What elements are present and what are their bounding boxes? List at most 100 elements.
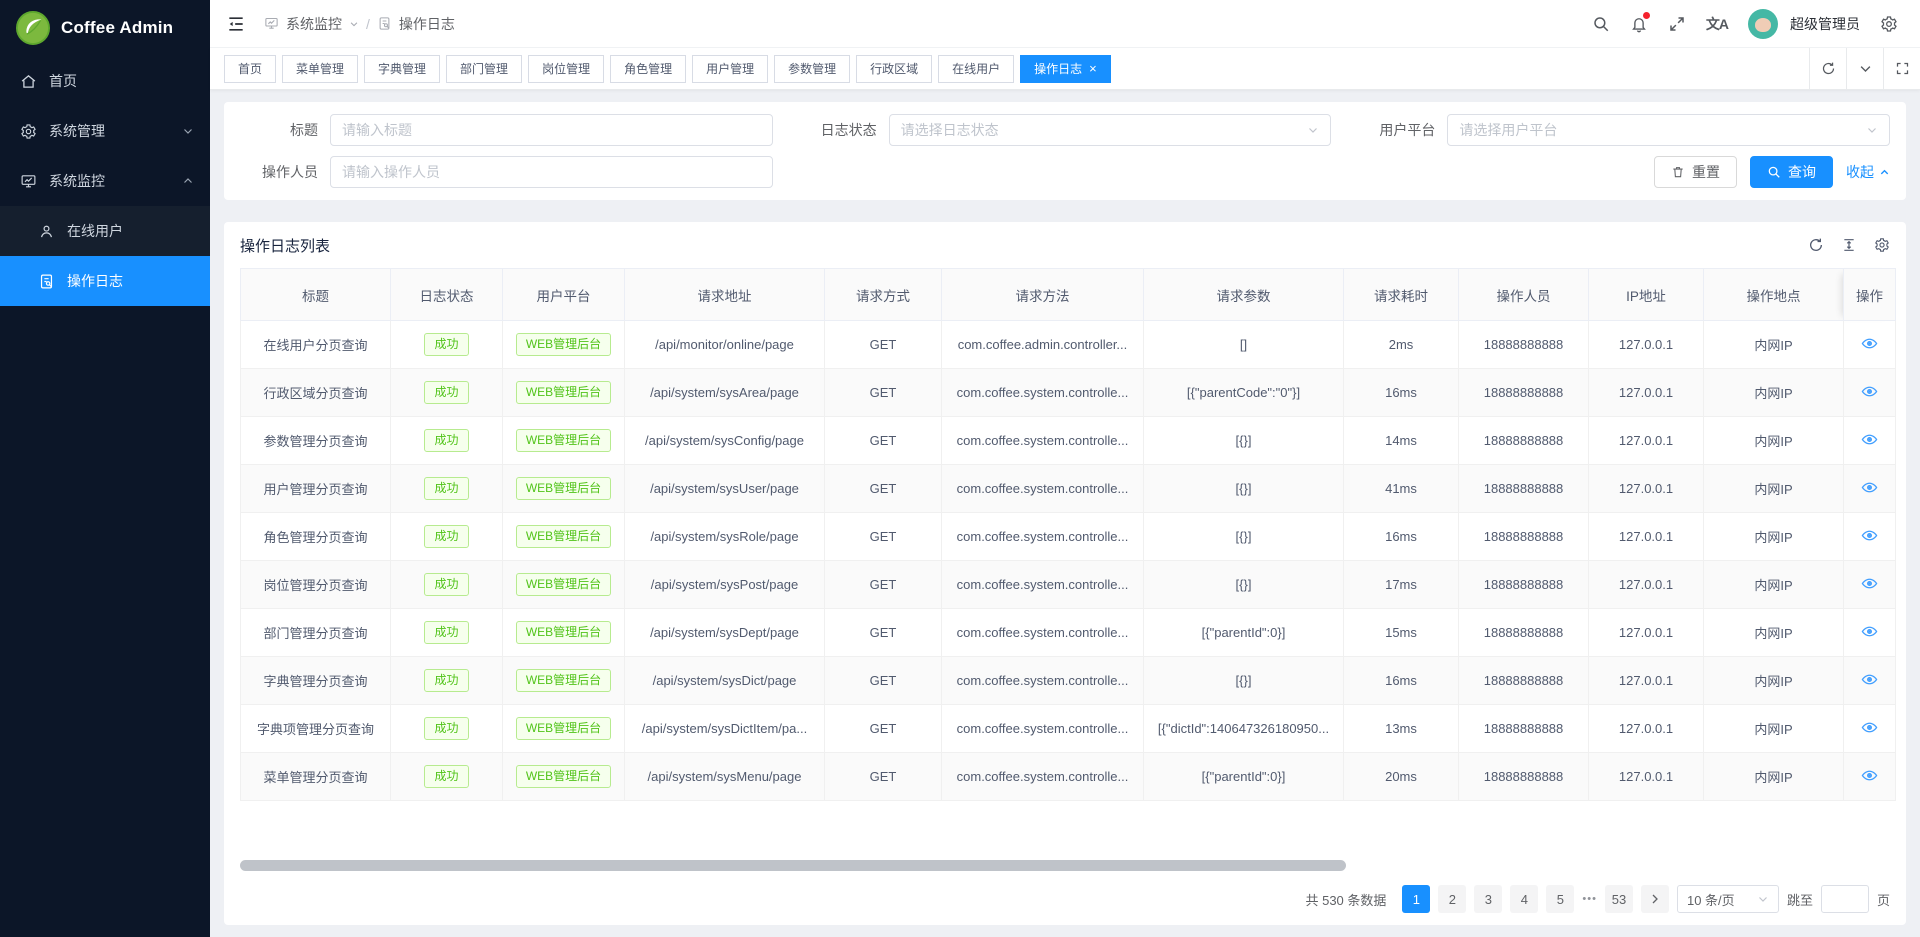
reset-button[interactable]: 重置 xyxy=(1654,156,1737,188)
page-button-5[interactable]: 5 xyxy=(1546,885,1574,913)
page-ellipsis[interactable]: ••• xyxy=(1582,893,1597,905)
tab-操作日志[interactable]: 操作日志× xyxy=(1020,55,1111,83)
table-row: 角色管理分页查询成功WEB管理后台/api/system/sysRole/pag… xyxy=(241,513,1896,561)
cell-duration: 20ms xyxy=(1344,753,1459,801)
collapse-label: 收起 xyxy=(1846,162,1874,182)
sidebar-item-system-management[interactable]: 系统管理 xyxy=(0,106,210,156)
operator-input[interactable] xyxy=(330,156,773,188)
breadcrumb-item-monitor[interactable]: 系统监控 xyxy=(286,14,342,34)
jump-page-input[interactable] xyxy=(1821,885,1869,913)
title-input[interactable] xyxy=(330,114,773,146)
fullscreen-icon[interactable] xyxy=(1668,15,1686,33)
scrollbar-thumb[interactable] xyxy=(240,860,1346,871)
cell-url: /api/system/sysConfig/page xyxy=(625,417,825,465)
platform-tag: WEB管理后台 xyxy=(516,429,611,453)
view-detail-eye-button[interactable] xyxy=(1861,431,1878,448)
tab-options-button[interactable] xyxy=(1846,48,1883,89)
current-user-name[interactable]: 超级管理员 xyxy=(1790,14,1860,34)
cell-url: /api/system/sysPost/page xyxy=(625,561,825,609)
trash-icon xyxy=(1671,165,1685,179)
cell-title: 角色管理分页查询 xyxy=(241,513,391,561)
cell-params: [{"dictId":140647326180950... xyxy=(1144,705,1344,753)
tab-label: 字典管理 xyxy=(378,60,426,77)
app-logo[interactable]: Coffee Admin xyxy=(0,0,210,56)
refresh-tab-button[interactable] xyxy=(1809,48,1846,89)
avatar[interactable] xyxy=(1748,9,1778,39)
view-detail-eye-button[interactable] xyxy=(1861,479,1878,496)
column-header-操作: 操作 xyxy=(1844,269,1896,321)
cell-handler: com.coffee.system.controlle... xyxy=(942,417,1144,465)
tab-菜单管理[interactable]: 菜单管理 xyxy=(282,55,358,83)
platform-tag: WEB管理后台 xyxy=(516,333,611,357)
cell-ip: 127.0.0.1 xyxy=(1589,369,1704,417)
cell-location: 内网IP xyxy=(1704,561,1844,609)
cell-duration: 2ms xyxy=(1344,321,1459,369)
view-detail-eye-button[interactable] xyxy=(1861,719,1878,736)
next-page-button[interactable] xyxy=(1641,885,1669,913)
view-detail-eye-button[interactable] xyxy=(1861,671,1878,688)
cell-handler: com.coffee.system.controlle... xyxy=(942,753,1144,801)
cell-action xyxy=(1844,561,1896,609)
chevron-down-icon xyxy=(1858,61,1873,76)
cell-operator: 18888888888 xyxy=(1459,321,1589,369)
sidebar-item-operation-log[interactable]: 操作日志 xyxy=(0,256,210,306)
view-detail-eye-button[interactable] xyxy=(1861,335,1878,352)
tab-部门管理[interactable]: 部门管理 xyxy=(446,55,522,83)
refresh-icon[interactable] xyxy=(1808,237,1824,253)
cell-operator: 18888888888 xyxy=(1459,561,1589,609)
cell-platform: WEB管理后台 xyxy=(503,561,625,609)
page-button-4[interactable]: 4 xyxy=(1510,885,1538,913)
view-detail-eye-button[interactable] xyxy=(1861,575,1878,592)
tab-用户管理[interactable]: 用户管理 xyxy=(692,55,768,83)
log-status-select[interactable]: 请选择日志状态 xyxy=(889,114,1332,146)
user-platform-placeholder: 请选择用户平台 xyxy=(1459,120,1557,140)
tab-首页[interactable]: 首页 xyxy=(224,55,276,83)
user-icon xyxy=(38,223,55,240)
user-platform-select[interactable]: 请选择用户平台 xyxy=(1447,114,1890,146)
cell-duration: 17ms xyxy=(1344,561,1459,609)
cell-title: 菜单管理分页查询 xyxy=(241,753,391,801)
tab-在线用户[interactable]: 在线用户 xyxy=(938,55,1014,83)
cell-url: /api/system/sysArea/page xyxy=(625,369,825,417)
search-button[interactable]: 查询 xyxy=(1750,156,1833,188)
page-button-3[interactable]: 3 xyxy=(1474,885,1502,913)
collapse-filters-link[interactable]: 收起 xyxy=(1846,162,1890,182)
view-detail-eye-button[interactable] xyxy=(1861,527,1878,544)
tab-close-icon[interactable]: × xyxy=(1089,62,1097,75)
table-body: 在线用户分页查询成功WEB管理后台/api/monitor/online/pag… xyxy=(241,321,1896,801)
translate-icon[interactable]: 文A xyxy=(1706,14,1728,34)
row-height-icon[interactable] xyxy=(1841,237,1857,253)
sidebar-item-online-users[interactable]: 在线用户 xyxy=(0,206,210,256)
cell-title: 字典项管理分页查询 xyxy=(241,705,391,753)
search-icon[interactable] xyxy=(1592,15,1610,33)
cell-title: 用户管理分页查询 xyxy=(241,465,391,513)
chevron-down-icon[interactable] xyxy=(349,19,359,29)
cell-ip: 127.0.0.1 xyxy=(1589,705,1704,753)
notification-bell[interactable] xyxy=(1630,15,1648,33)
cell-duration: 41ms xyxy=(1344,465,1459,513)
view-detail-eye-button[interactable] xyxy=(1861,623,1878,640)
column-settings-gear-icon[interactable] xyxy=(1874,237,1890,253)
view-detail-eye-button[interactable] xyxy=(1861,767,1878,784)
tab-行政区域[interactable]: 行政区域 xyxy=(856,55,932,83)
page-size-select[interactable]: 10 条/页 xyxy=(1677,885,1779,913)
cell-operator: 18888888888 xyxy=(1459,609,1589,657)
sidebar-item-system-monitor[interactable]: 系统监控 xyxy=(0,156,210,206)
breadcrumb: 系统监控 / 操作日志 xyxy=(264,14,455,34)
content-fullscreen-button[interactable] xyxy=(1883,48,1920,89)
column-header-操作人员: 操作人员 xyxy=(1459,269,1589,321)
page-button-2[interactable]: 2 xyxy=(1438,885,1466,913)
page-button-53[interactable]: 53 xyxy=(1605,885,1633,913)
tab-角色管理[interactable]: 角色管理 xyxy=(610,55,686,83)
sidebar-fold-icon[interactable] xyxy=(226,14,246,34)
sidebar-item-home[interactable]: 首页 xyxy=(0,56,210,106)
view-detail-eye-button[interactable] xyxy=(1861,383,1878,400)
page-button-1[interactable]: 1 xyxy=(1402,885,1430,913)
tab-字典管理[interactable]: 字典管理 xyxy=(364,55,440,83)
tab-参数管理[interactable]: 参数管理 xyxy=(774,55,850,83)
chevron-right-icon xyxy=(1649,893,1661,905)
settings-gear-icon[interactable] xyxy=(1880,15,1898,33)
table-row: 字典管理分页查询成功WEB管理后台/api/system/sysDict/pag… xyxy=(241,657,1896,705)
tab-岗位管理[interactable]: 岗位管理 xyxy=(528,55,604,83)
cell-status: 成功 xyxy=(391,609,503,657)
